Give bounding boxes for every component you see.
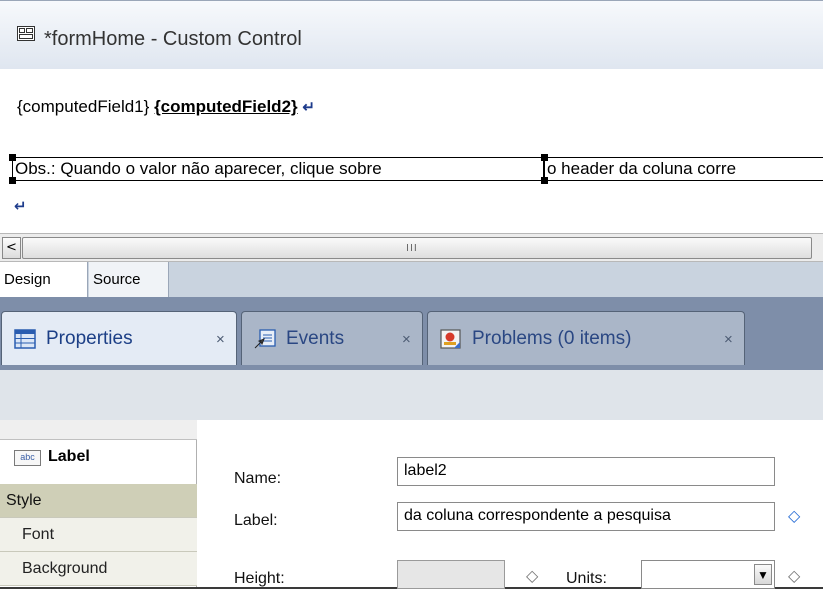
- scroll-left-button[interactable]: <: [2, 237, 21, 259]
- custom-control-icon: [17, 26, 35, 41]
- tab-problems-label: Problems (0 items): [472, 328, 632, 349]
- close-icon[interactable]: ×: [724, 331, 733, 348]
- obs-label-1[interactable]: Obs.: Quando o valor não aparecer, cliqu…: [12, 157, 544, 181]
- control-type-heading: abc Label: [14, 448, 90, 466]
- chevron-down-icon[interactable]: ▼: [754, 564, 772, 585]
- sidebar-item-background[interactable]: Background: [0, 552, 197, 586]
- events-icon: [254, 329, 276, 349]
- properties-table-icon: [14, 329, 36, 349]
- selection-handle[interactable]: [9, 154, 16, 161]
- paragraph-mark-icon: ↵: [302, 99, 315, 116]
- tab-properties[interactable]: Properties ×: [1, 311, 237, 365]
- name-field-label: Name:: [234, 470, 282, 487]
- selection-handle[interactable]: [541, 177, 548, 184]
- obs-label-2[interactable]: o header da coluna corre: [544, 157, 823, 181]
- sidebar-item-style[interactable]: Style: [0, 484, 197, 518]
- properties-panel: abc Label Style Font Background Name: lab…: [0, 420, 823, 589]
- tab-design[interactable]: Design: [0, 262, 88, 297]
- paragraph-mark-icon: ↵: [14, 197, 27, 215]
- properties-sidebar: abc Label Style Font Background: [0, 420, 197, 587]
- diamond-icon[interactable]: ◇: [526, 566, 538, 585]
- name-field[interactable]: label2: [397, 457, 775, 486]
- problems-icon: [440, 329, 461, 349]
- label-control-icon: abc: [14, 450, 41, 466]
- views-tab-bar: Properties × Events × Problems (0 items)…: [0, 297, 823, 370]
- obs-label-row: Obs.: Quando o valor não aparecer, cliqu…: [9, 154, 823, 184]
- diamond-icon[interactable]: ◇: [788, 506, 800, 525]
- units-field-label: Units:: [566, 570, 607, 587]
- selection-handle[interactable]: [9, 177, 16, 184]
- tab-events[interactable]: Events ×: [241, 311, 423, 365]
- computed-fields-line: {computedField1} {computedField2} ↵: [17, 97, 315, 117]
- tab-problems[interactable]: Problems (0 items) ×: [427, 311, 745, 365]
- editor-mode-tabs: Design Source: [0, 262, 823, 298]
- tab-properties-label: Properties: [46, 328, 133, 349]
- editor-title-bar: *formHome - Custom Control: [0, 1, 823, 69]
- editor-title: *formHome - Custom Control: [44, 28, 302, 50]
- selection-handle[interactable]: [541, 154, 548, 161]
- properties-toolbar-strip: [0, 370, 823, 420]
- sidebar-header: [0, 420, 197, 440]
- editor-area: *formHome - Custom Control {computedFiel…: [0, 0, 823, 298]
- tab-source[interactable]: Source: [89, 262, 169, 297]
- horizontal-scrollbar[interactable]: < III: [0, 233, 823, 262]
- scrollbar-thumb[interactable]: III: [22, 237, 812, 259]
- label-field-label: Label:: [234, 512, 278, 529]
- label-field[interactable]: da coluna correspondente a pesquisa: [397, 502, 775, 531]
- diamond-icon[interactable]: ◇: [788, 566, 800, 585]
- computed-field-1[interactable]: {computedField1}: [17, 97, 149, 116]
- units-select[interactable]: ▼: [641, 560, 775, 589]
- control-type-label: Label: [48, 448, 90, 465]
- computed-field-2[interactable]: {computedField2}: [154, 97, 298, 116]
- close-icon[interactable]: ×: [402, 331, 411, 348]
- height-field[interactable]: [397, 560, 505, 589]
- sidebar-item-font[interactable]: Font: [0, 518, 197, 552]
- tab-events-label: Events: [286, 328, 345, 349]
- scrollbar-grip-icon: III: [406, 243, 418, 254]
- close-icon[interactable]: ×: [216, 331, 225, 348]
- height-field-label: Height:: [234, 570, 285, 587]
